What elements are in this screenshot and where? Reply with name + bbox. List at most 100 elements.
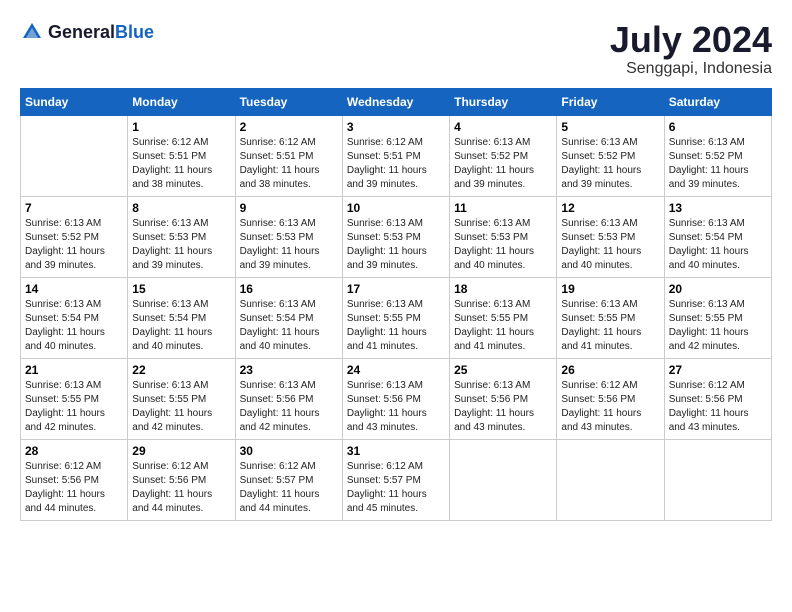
cell-info: Sunrise: 6:13 AM Sunset: 5:52 PM Dayligh…	[561, 136, 659, 192]
calendar-cell: 3Sunrise: 6:12 AM Sunset: 5:51 PM Daylig…	[342, 115, 449, 196]
page-header: GeneralBlue July 2024 Senggapi, Indonesi…	[20, 20, 772, 78]
cell-info: Sunrise: 6:13 AM Sunset: 5:54 PM Dayligh…	[132, 298, 230, 354]
calendar-week-row: 28 Sunrise: 6:12 AM Sunset: 5:56 PM Dayli…	[21, 439, 772, 520]
calendar-cell: 19 Sunrise: 6:13 AM Sunset: 5:55 PM Dayli…	[557, 277, 664, 358]
calendar-week-row: 1Sunrise: 6:12 AM Sunset: 5:51 PM Daylig…	[21, 115, 772, 196]
cell-info: Sunrise: 6:12 AM Sunset: 5:51 PM Dayligh…	[132, 136, 230, 192]
day-number: 11	[454, 201, 552, 215]
cell-info: Sunrise: 6:12 AM Sunset: 5:56 PM Dayligh…	[25, 460, 123, 516]
weekday-header: Sunday	[21, 88, 128, 115]
cell-info: Sunrise: 6:13 AM Sunset: 5:53 PM Dayligh…	[347, 217, 445, 273]
day-number: 20	[669, 282, 767, 296]
calendar-cell: 7Sunrise: 6:13 AM Sunset: 5:52 PM Daylig…	[21, 196, 128, 277]
cell-info: Sunrise: 6:13 AM Sunset: 5:52 PM Dayligh…	[454, 136, 552, 192]
cell-info: Sunrise: 6:13 AM Sunset: 5:53 PM Dayligh…	[132, 217, 230, 273]
calendar-cell: 13 Sunrise: 6:13 AM Sunset: 5:54 PM Dayli…	[664, 196, 771, 277]
cell-info: Sunrise: 6:12 AM Sunset: 5:57 PM Dayligh…	[347, 460, 445, 516]
day-number: 14	[25, 282, 123, 296]
day-number: 4	[454, 120, 552, 134]
title-block: July 2024 Senggapi, Indonesia	[610, 20, 772, 78]
day-number: 3	[347, 120, 445, 134]
day-number: 12	[561, 201, 659, 215]
location-subtitle: Senggapi, Indonesia	[610, 60, 772, 78]
day-number: 23	[240, 363, 338, 377]
cell-info: Sunrise: 6:13 AM Sunset: 5:54 PM Dayligh…	[240, 298, 338, 354]
calendar-cell: 20 Sunrise: 6:13 AM Sunset: 5:55 PM Dayli…	[664, 277, 771, 358]
calendar-cell: 30 Sunrise: 6:12 AM Sunset: 5:57 PM Dayli…	[235, 439, 342, 520]
calendar-cell: 1Sunrise: 6:12 AM Sunset: 5:51 PM Daylig…	[128, 115, 235, 196]
calendar-cell: 11 Sunrise: 6:13 AM Sunset: 5:53 PM Dayli…	[450, 196, 557, 277]
day-number: 16	[240, 282, 338, 296]
day-number: 18	[454, 282, 552, 296]
cell-info: Sunrise: 6:12 AM Sunset: 5:51 PM Dayligh…	[240, 136, 338, 192]
day-number: 28	[25, 444, 123, 458]
weekday-header: Tuesday	[235, 88, 342, 115]
day-number: 15	[132, 282, 230, 296]
calendar-cell: 15 Sunrise: 6:13 AM Sunset: 5:54 PM Dayli…	[128, 277, 235, 358]
cell-info: Sunrise: 6:13 AM Sunset: 5:54 PM Dayligh…	[25, 298, 123, 354]
day-number: 26	[561, 363, 659, 377]
day-number: 13	[669, 201, 767, 215]
day-number: 17	[347, 282, 445, 296]
weekday-header: Thursday	[450, 88, 557, 115]
calendar-cell: 31 Sunrise: 6:12 AM Sunset: 5:57 PM Dayli…	[342, 439, 449, 520]
cell-info: Sunrise: 6:13 AM Sunset: 5:55 PM Dayligh…	[561, 298, 659, 354]
calendar-cell: 6 Sunrise: 6:13 AM Sunset: 5:52 PM Daylig…	[664, 115, 771, 196]
day-number: 5	[561, 120, 659, 134]
day-number: 31	[347, 444, 445, 458]
calendar-cell: 16 Sunrise: 6:13 AM Sunset: 5:54 PM Dayli…	[235, 277, 342, 358]
cell-info: Sunrise: 6:13 AM Sunset: 5:53 PM Dayligh…	[240, 217, 338, 273]
calendar-cell: 21 Sunrise: 6:13 AM Sunset: 5:55 PM Dayli…	[21, 358, 128, 439]
calendar-cell: 9Sunrise: 6:13 AM Sunset: 5:53 PM Daylig…	[235, 196, 342, 277]
calendar-cell: 12Sunrise: 6:13 AM Sunset: 5:53 PM Dayli…	[557, 196, 664, 277]
day-number: 6	[669, 120, 767, 134]
cell-info: Sunrise: 6:12 AM Sunset: 5:57 PM Dayligh…	[240, 460, 338, 516]
cell-info: Sunrise: 6:13 AM Sunset: 5:54 PM Dayligh…	[669, 217, 767, 273]
calendar-week-row: 14 Sunrise: 6:13 AM Sunset: 5:54 PM Dayli…	[21, 277, 772, 358]
cell-info: Sunrise: 6:13 AM Sunset: 5:56 PM Dayligh…	[454, 379, 552, 435]
cell-info: Sunrise: 6:12 AM Sunset: 5:56 PM Dayligh…	[561, 379, 659, 435]
logo-general-text: GeneralBlue	[48, 22, 154, 43]
day-number: 21	[25, 363, 123, 377]
logo: GeneralBlue	[20, 20, 154, 44]
calendar-cell: 24Sunrise: 6:13 AM Sunset: 5:56 PM Dayli…	[342, 358, 449, 439]
day-number: 29	[132, 444, 230, 458]
calendar-cell	[21, 115, 128, 196]
calendar-cell	[450, 439, 557, 520]
month-title: July 2024	[610, 20, 772, 60]
weekday-header: Monday	[128, 88, 235, 115]
calendar-cell	[664, 439, 771, 520]
day-number: 27	[669, 363, 767, 377]
calendar-cell: 22Sunrise: 6:13 AM Sunset: 5:55 PM Dayli…	[128, 358, 235, 439]
cell-info: Sunrise: 6:13 AM Sunset: 5:56 PM Dayligh…	[240, 379, 338, 435]
day-number: 8	[132, 201, 230, 215]
cell-info: Sunrise: 6:13 AM Sunset: 5:55 PM Dayligh…	[669, 298, 767, 354]
cell-info: Sunrise: 6:12 AM Sunset: 5:56 PM Dayligh…	[132, 460, 230, 516]
calendar-cell: 28 Sunrise: 6:12 AM Sunset: 5:56 PM Dayli…	[21, 439, 128, 520]
calendar-cell: 23 Sunrise: 6:13 AM Sunset: 5:56 PM Dayli…	[235, 358, 342, 439]
calendar-cell: 29 Sunrise: 6:12 AM Sunset: 5:56 PM Dayli…	[128, 439, 235, 520]
cell-info: Sunrise: 6:13 AM Sunset: 5:52 PM Dayligh…	[669, 136, 767, 192]
cell-info: Sunrise: 6:13 AM Sunset: 5:55 PM Dayligh…	[25, 379, 123, 435]
cell-info: Sunrise: 6:12 AM Sunset: 5:56 PM Dayligh…	[669, 379, 767, 435]
calendar-cell: 8 Sunrise: 6:13 AM Sunset: 5:53 PM Daylig…	[128, 196, 235, 277]
calendar-cell: 17Sunrise: 6:13 AM Sunset: 5:55 PM Dayli…	[342, 277, 449, 358]
calendar-cell: 26 Sunrise: 6:12 AM Sunset: 5:56 PM Dayli…	[557, 358, 664, 439]
calendar-cell: 25 Sunrise: 6:13 AM Sunset: 5:56 PM Dayli…	[450, 358, 557, 439]
calendar-cell	[557, 439, 664, 520]
calendar-cell: 4 Sunrise: 6:13 AM Sunset: 5:52 PM Daylig…	[450, 115, 557, 196]
day-number: 2	[240, 120, 338, 134]
calendar-cell: 5 Sunrise: 6:13 AM Sunset: 5:52 PM Daylig…	[557, 115, 664, 196]
calendar-header-row: SundayMondayTuesdayWednesdayThursdayFrid…	[21, 88, 772, 115]
day-number: 10	[347, 201, 445, 215]
cell-info: Sunrise: 6:13 AM Sunset: 5:53 PM Dayligh…	[454, 217, 552, 273]
day-number: 24	[347, 363, 445, 377]
calendar-table: SundayMondayTuesdayWednesdayThursdayFrid…	[20, 88, 772, 521]
day-number: 25	[454, 363, 552, 377]
day-number: 30	[240, 444, 338, 458]
day-number: 19	[561, 282, 659, 296]
calendar-cell: 10 Sunrise: 6:13 AM Sunset: 5:53 PM Dayli…	[342, 196, 449, 277]
cell-info: Sunrise: 6:13 AM Sunset: 5:55 PM Dayligh…	[454, 298, 552, 354]
weekday-header: Saturday	[664, 88, 771, 115]
calendar-week-row: 21 Sunrise: 6:13 AM Sunset: 5:55 PM Dayli…	[21, 358, 772, 439]
